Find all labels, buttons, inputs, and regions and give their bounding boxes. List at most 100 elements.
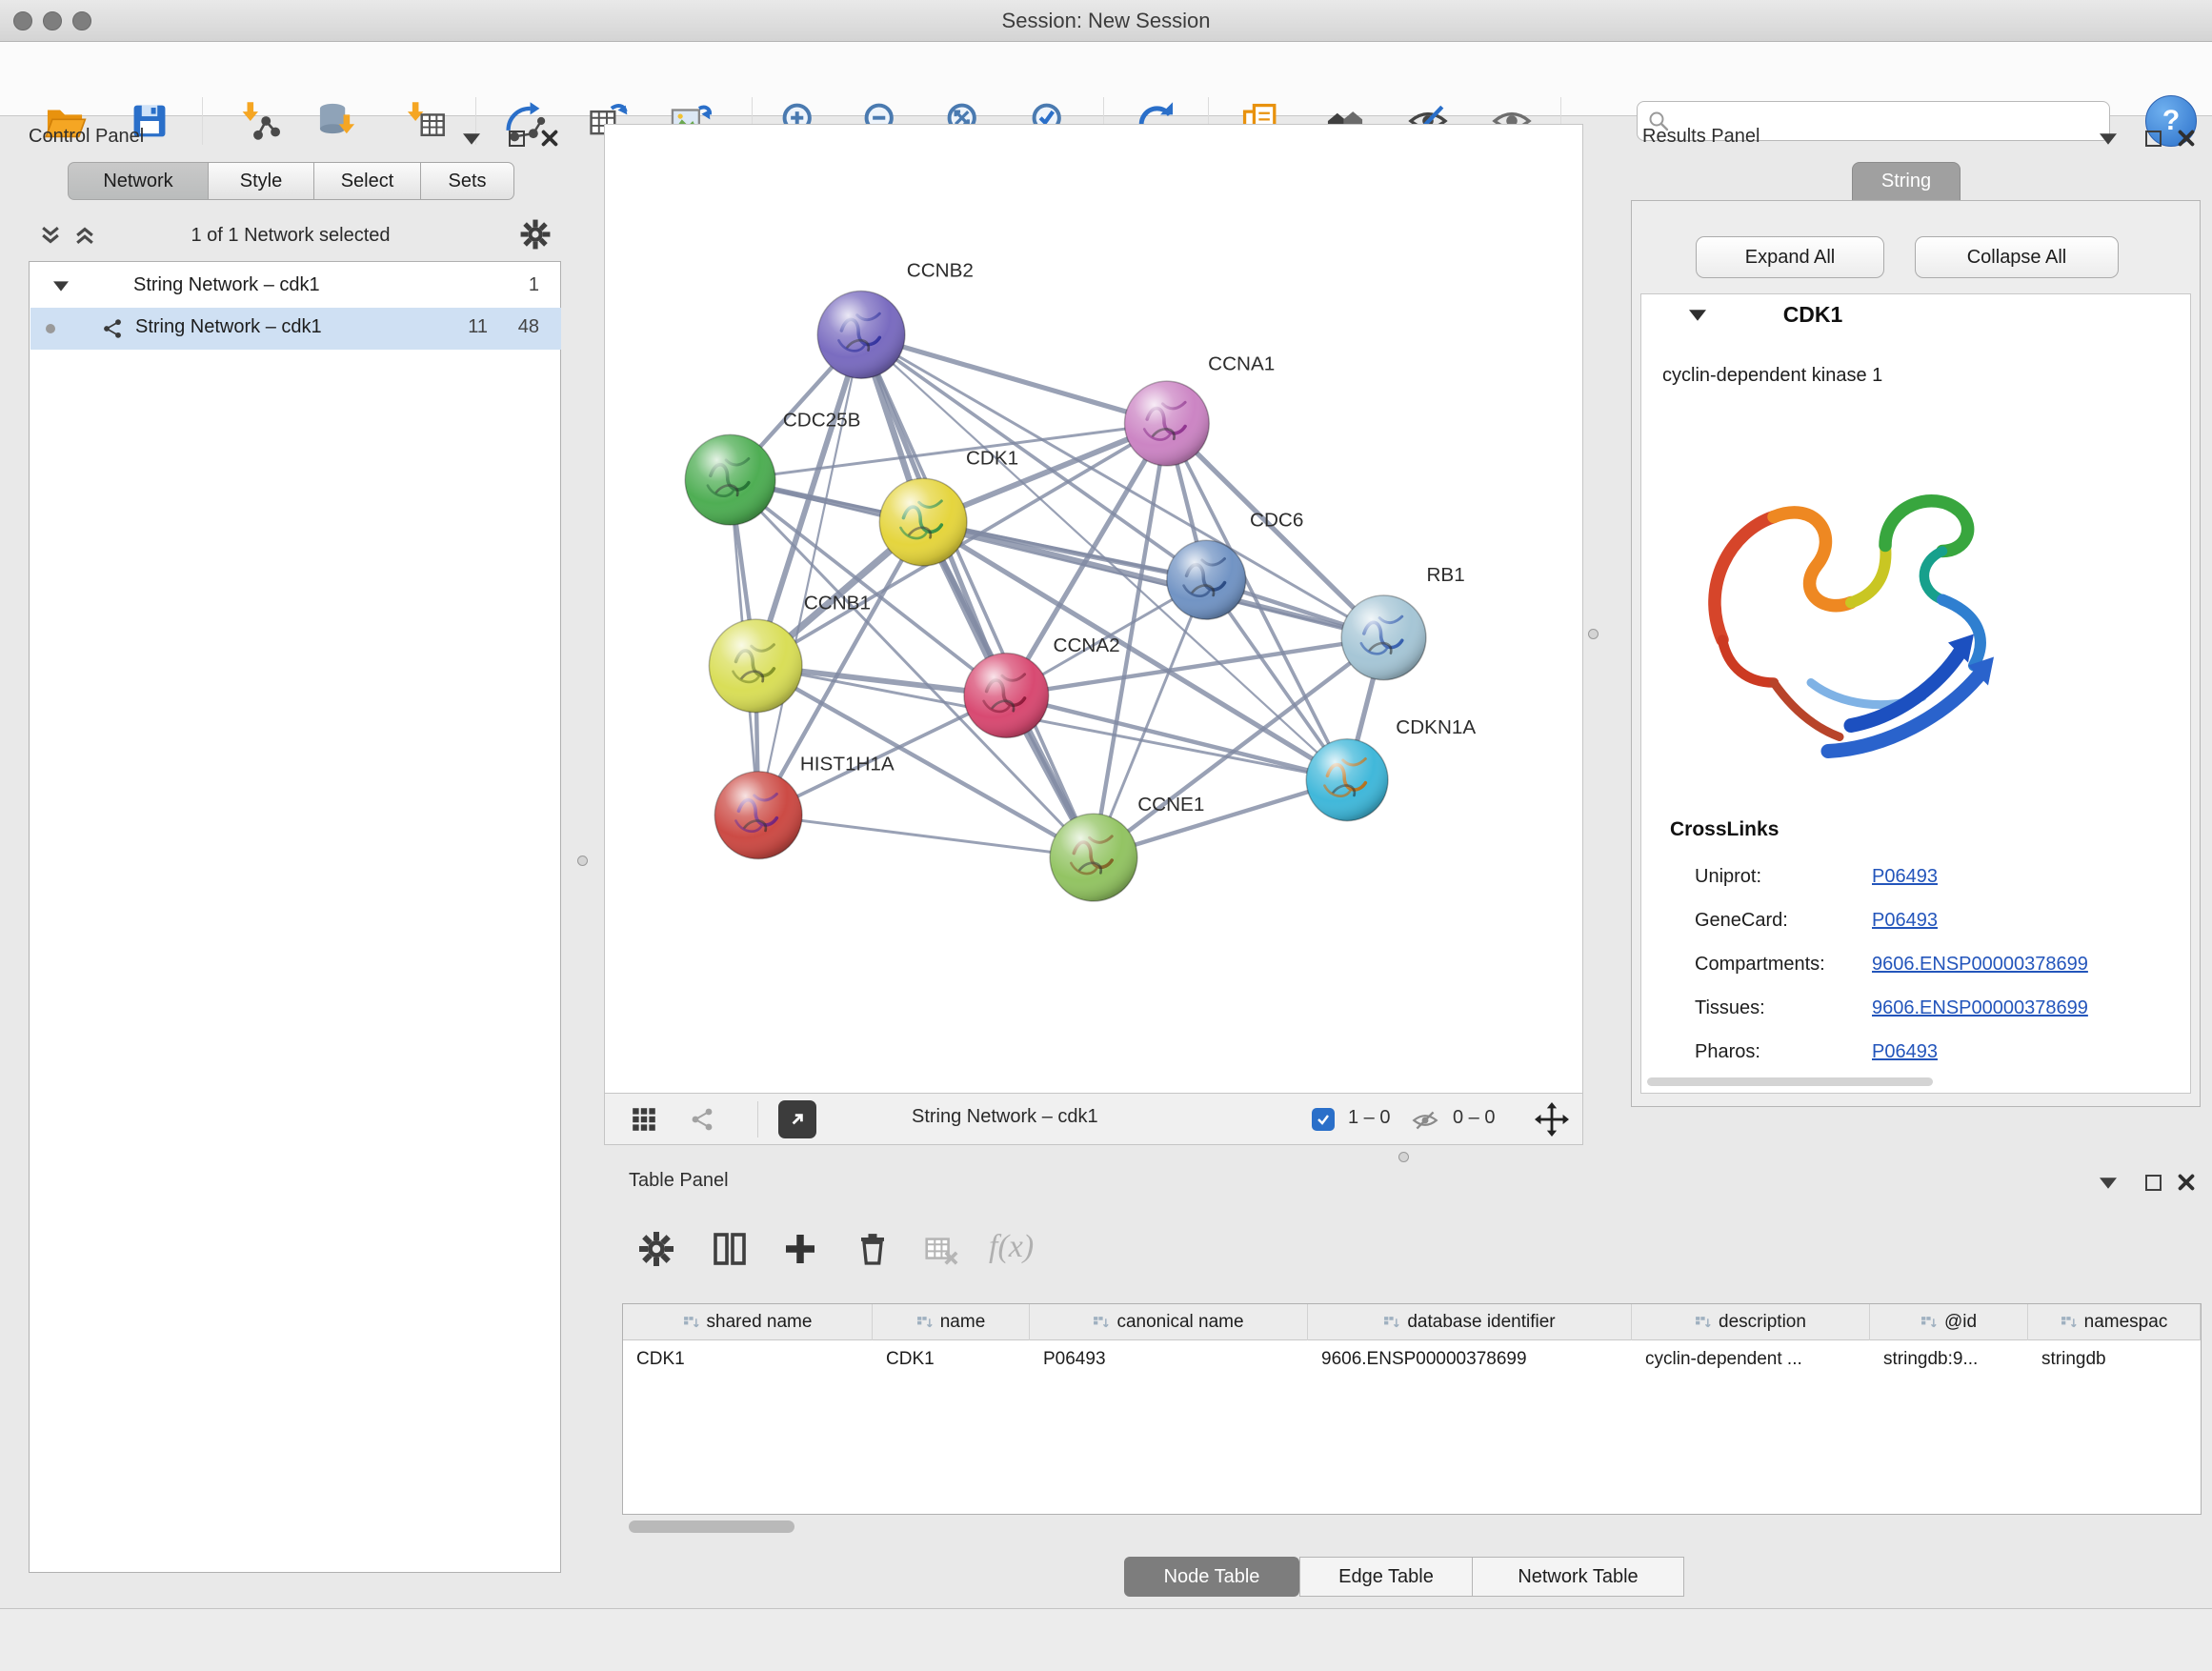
selected-checkbox-icon[interactable] xyxy=(1312,1108,1335,1131)
table-hscrollbar-thumb[interactable] xyxy=(629,1520,794,1533)
table-cell[interactable]: stringdb xyxy=(2028,1340,2201,1379)
table-panel-close-icon[interactable] xyxy=(2178,1174,2195,1191)
crosslink-value-link[interactable]: 9606.ENSP00000378699 xyxy=(1872,997,2088,1019)
network-node-CDK1[interactable] xyxy=(879,478,967,566)
crosslink-value-link[interactable]: P06493 xyxy=(1872,866,1938,888)
network-node-CDC6[interactable] xyxy=(1167,540,1246,619)
string-network-graph[interactable]: CCNB2CCNA1CDC25BCDK1CDC6RB1CCNB1CCNA2CDK… xyxy=(605,125,1582,1093)
column-header-label: name xyxy=(940,1312,986,1333)
network-canvas[interactable]: CCNB2CCNA1CDC25BCDK1CDC6RB1CCNB1CCNA2CDK… xyxy=(604,124,1583,1094)
column-sort-icon xyxy=(1695,1316,1711,1330)
column-header--id[interactable]: @id xyxy=(1870,1304,2028,1340)
network-node-CDC25B[interactable] xyxy=(685,434,775,525)
gene-section-expander-icon[interactable] xyxy=(1689,310,1706,321)
add-column-icon[interactable] xyxy=(780,1229,820,1269)
table-options-gear-icon[interactable] xyxy=(636,1229,676,1269)
expand-all-button[interactable]: Expand All xyxy=(1696,236,1884,278)
table-cell[interactable]: CDK1 xyxy=(623,1340,873,1379)
column-header-database-identifier[interactable]: database identifier xyxy=(1308,1304,1632,1340)
network-row-selected[interactable]: String Network – cdk1 11 48 xyxy=(30,308,561,350)
table-cell[interactable]: P06493 xyxy=(1030,1340,1308,1379)
gene-description: cyclin-dependent kinase 1 xyxy=(1662,365,1882,387)
column-header-description[interactable]: description xyxy=(1632,1304,1870,1340)
table-panel-title: Table Panel xyxy=(629,1170,729,1192)
crosslinks-list: Uniprot:P06493GeneCard:P06493Compartment… xyxy=(1641,856,2192,1076)
import-network-database-button[interactable] xyxy=(311,94,364,148)
node-label-RB1: RB1 xyxy=(1426,564,1464,586)
network-label: String Network – cdk1 xyxy=(135,316,322,338)
delete-table-icon xyxy=(921,1231,959,1269)
import-network-file-button[interactable] xyxy=(231,94,285,148)
table-cell[interactable]: CDK1 xyxy=(873,1340,1030,1379)
table-cell[interactable]: 9606.ENSP00000378699 xyxy=(1308,1340,1632,1379)
table-cell[interactable]: cyclin-dependent ... xyxy=(1632,1340,1870,1379)
tab-node-table[interactable]: Node Table xyxy=(1124,1557,1299,1597)
tab-edge-table[interactable]: Edge Table xyxy=(1299,1557,1473,1597)
network-node-CCNE1[interactable] xyxy=(1050,814,1137,901)
import-table-button[interactable] xyxy=(398,94,452,148)
node-label-CDC6: CDC6 xyxy=(1250,509,1303,531)
results-panel-close-icon[interactable] xyxy=(2178,130,2195,147)
tab-sets[interactable]: Sets xyxy=(420,162,514,200)
table-row[interactable]: CDK1CDK1P064939606.ENSP00000378699cyclin… xyxy=(623,1340,2201,1379)
column-header-label: @id xyxy=(1944,1312,1977,1333)
crosslink-value-link[interactable]: 9606.ENSP00000378699 xyxy=(1872,954,2088,976)
edge-count: 48 xyxy=(497,316,539,338)
right-splitter-handle[interactable] xyxy=(1588,629,1599,639)
function-builder-icon: f(x) xyxy=(989,1229,1034,1265)
column-header-label: canonical name xyxy=(1116,1312,1243,1333)
birdseye-toggle-button[interactable] xyxy=(778,1100,816,1138)
results-panel-maximize-icon[interactable] xyxy=(2145,131,2162,147)
node-label-CDKN1A: CDKN1A xyxy=(1396,716,1476,738)
table-panel-maximize-icon[interactable] xyxy=(2145,1175,2162,1191)
results-panel-float-icon[interactable] xyxy=(2100,133,2117,145)
bottom-splitter-handle[interactable] xyxy=(1398,1152,1409,1162)
node-label-CCNA1: CCNA1 xyxy=(1208,352,1275,374)
delete-column-icon[interactable] xyxy=(853,1229,893,1269)
node-label-CDK1: CDK1 xyxy=(966,447,1018,469)
network-node-CCNA2[interactable] xyxy=(964,654,1049,738)
expand-all-networks-icon[interactable] xyxy=(38,223,63,248)
column-header-shared-name[interactable]: shared name xyxy=(623,1304,873,1340)
show-columns-icon[interactable] xyxy=(710,1229,750,1269)
network-node-CDKN1A[interactable] xyxy=(1306,739,1388,821)
column-header-label: shared name xyxy=(707,1312,813,1333)
network-options-gear-icon[interactable] xyxy=(518,217,553,252)
crosslink-value-link[interactable]: P06493 xyxy=(1872,1041,1938,1063)
network-tree: String Network – cdk1 1 String Network –… xyxy=(29,261,561,1573)
crosslink-value-link[interactable]: P06493 xyxy=(1872,910,1938,932)
control-panel-close-icon[interactable] xyxy=(541,130,558,147)
import-network-database-icon xyxy=(315,99,359,143)
collapse-all-button[interactable]: Collapse All xyxy=(1915,236,2119,278)
network-node-CCNB1[interactable] xyxy=(709,619,802,713)
control-panel-maximize-icon[interactable] xyxy=(509,131,525,147)
gene-name[interactable]: CDK1 xyxy=(1737,302,1889,328)
column-header-name[interactable]: name xyxy=(873,1304,1030,1340)
crosslink-row: GeneCard:P06493 xyxy=(1641,900,2192,944)
tab-style[interactable]: Style xyxy=(208,162,314,200)
network-view-toolbar: String Network – cdk1 1 – 0 0 – 0 xyxy=(604,1094,1583,1145)
control-panel-float-icon[interactable] xyxy=(463,133,480,145)
table-cell[interactable]: stringdb:9... xyxy=(1870,1340,2028,1379)
network-collection-row[interactable]: String Network – cdk1 1 xyxy=(30,266,561,308)
network-node-RB1[interactable] xyxy=(1341,595,1426,680)
network-node-CCNB2[interactable] xyxy=(817,292,905,379)
network-view-icon[interactable] xyxy=(689,1106,715,1133)
left-splitter-handle[interactable] xyxy=(577,856,588,866)
tab-string[interactable]: String xyxy=(1852,162,1961,200)
collapse-all-networks-icon[interactable] xyxy=(72,223,97,248)
network-node-CCNA1[interactable] xyxy=(1125,381,1210,466)
table-panel-float-icon[interactable] xyxy=(2100,1178,2117,1189)
network-selection-status: 1 of 1 Network selected xyxy=(114,225,467,247)
network-node-HIST1H1A[interactable] xyxy=(714,772,802,859)
column-header-namespac[interactable]: namespac xyxy=(2028,1304,2201,1340)
tab-select[interactable]: Select xyxy=(313,162,421,200)
column-header-canonical-name[interactable]: canonical name xyxy=(1030,1304,1308,1340)
tab-network[interactable]: Network xyxy=(68,162,209,200)
crosslink-label: Pharos: xyxy=(1695,1041,1760,1063)
grid-view-icon[interactable] xyxy=(630,1105,658,1134)
results-hscrollbar[interactable] xyxy=(1647,1077,1933,1086)
tab-network-table[interactable]: Network Table xyxy=(1472,1557,1684,1597)
pan-crosshair-icon[interactable] xyxy=(1535,1102,1569,1137)
tree-expander-icon[interactable] xyxy=(53,281,69,292)
